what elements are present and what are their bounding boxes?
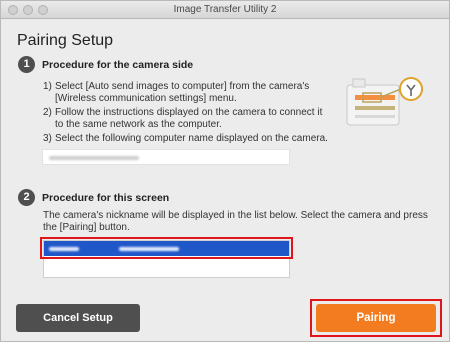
step-1-item-2: 2) Follow the instructions displayed on … [43,107,322,130]
step-1-item-3: 3) Select the following computer name di… [43,133,328,145]
step-1-item-3-number: 3) [43,133,52,144]
step-1-item-1-number: 1) [43,81,52,92]
step-1-item-2-text: Follow the instructions displayed on the… [55,107,323,130]
step-1-item-3-text: Select the following computer name displ… [55,133,328,144]
step-1-item-1-text: Select [Auto send images to computer] fr… [55,81,310,104]
step-1-title: Procedure for the camera side [42,59,194,71]
title-bar: Image Transfer Utility 2 [1,1,449,19]
camera-list-highlight [40,237,293,259]
step-2-description: The camera's nickname will be displayed … [43,210,428,233]
step-1-number: 1 [18,56,35,73]
step-1-item-2-number: 2) [43,107,52,118]
window-title: Image Transfer Utility 2 [173,4,277,15]
page-title: Pairing Setup [17,32,114,49]
step-1-item-1: 1) Select [Auto send images to computer]… [43,81,309,104]
cancel-setup-button[interactable]: Cancel Setup [16,304,140,332]
pairing-button[interactable]: Pairing [316,304,436,332]
step-2-number: 2 [18,189,35,206]
step-2-title: Procedure for this screen [42,192,170,204]
computer-name-field [42,149,290,165]
app-window: Image Transfer Utility 2 Pairing Setup 1… [0,0,450,342]
camera-illustration [346,77,423,126]
computer-name-blurred [49,156,139,160]
